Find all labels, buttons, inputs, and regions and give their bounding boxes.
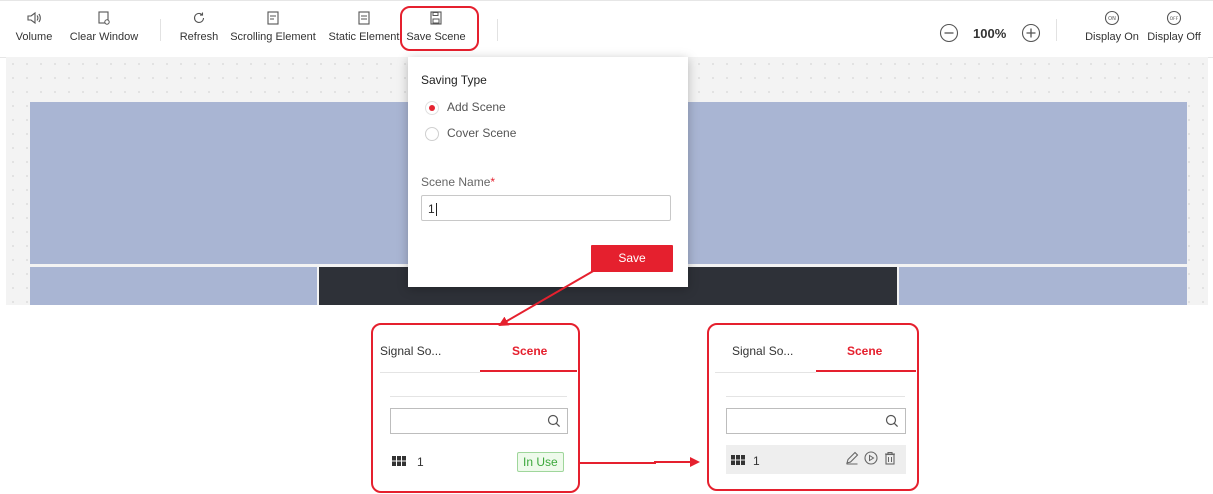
arrow-save-to-panel: [498, 269, 596, 327]
annotation-arrows: [498, 269, 700, 467]
arrow-before-to-after: [580, 457, 700, 467]
panel-after-highlight: [707, 323, 919, 491]
panel-before-highlight: [371, 323, 580, 493]
